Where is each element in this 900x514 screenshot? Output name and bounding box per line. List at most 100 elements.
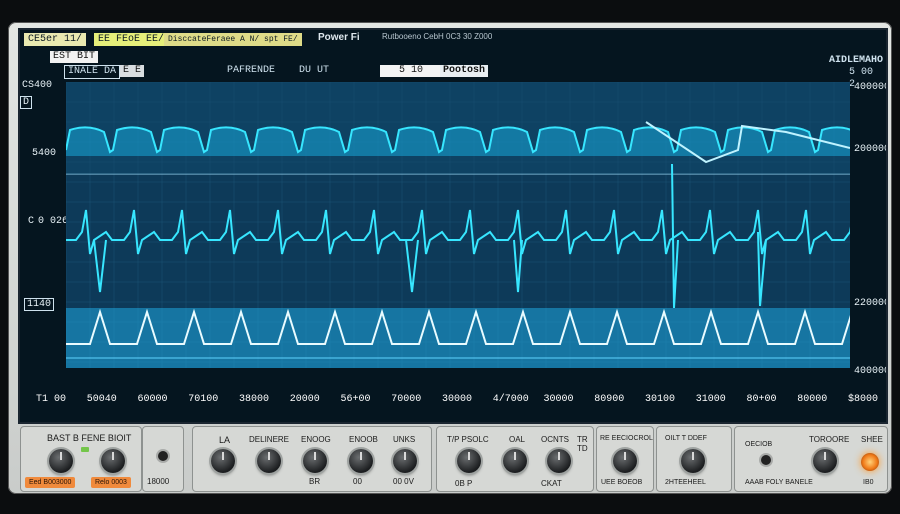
right-axis-label-3: 220000	[854, 298, 888, 309]
x-axis-label: 56+00	[340, 394, 371, 405]
panel6-label-3: SHEE	[861, 435, 883, 444]
x-axis-label: $8000	[848, 394, 879, 405]
x-axis-label: 70100	[188, 394, 219, 405]
value-label: Pootosh	[440, 65, 489, 77]
control-panel-3: T/P PSOLC OAL OCNTS TR TD 0B P CKAT	[436, 426, 594, 492]
knob-6[interactable]	[349, 449, 373, 473]
middle-trace	[66, 209, 850, 255]
panel3-foot-1: 0B P	[455, 479, 473, 488]
x-axis-label: 30100	[645, 394, 676, 405]
status-chip-3[interactable]: DisccateFeraee A N/ spt FE/	[164, 33, 302, 46]
mode-title: Power Fi	[318, 32, 360, 43]
status-chip-2[interactable]: EE FEoE EE/	[94, 33, 169, 46]
panel2-label-5: UNKS	[393, 435, 416, 444]
x-axis-label: 31000	[695, 394, 726, 405]
knob-12[interactable]	[681, 449, 705, 473]
waveform-plot[interactable]	[66, 82, 850, 368]
x-axis-label: T1 00	[36, 394, 67, 405]
left-axis-mark-2: C	[28, 216, 35, 227]
sub-chip-1[interactable]: EST BIT	[50, 51, 99, 63]
right-value: 5 00 2	[849, 67, 874, 90]
panel6-label-1: OECIOB	[745, 441, 773, 448]
control-panel-2: LA DELINERE ENOOG ENOOB UNKS BR 00 00 0V	[192, 426, 432, 492]
panel2-label-1: LA	[219, 435, 231, 445]
control-panel-jack: 18000	[142, 426, 184, 492]
sub-label-1: PAFRENDE	[227, 65, 276, 76]
x-axis-label: 38000	[239, 394, 270, 405]
x-axis-label: 50040	[86, 394, 117, 405]
left-axis-label-1: CS400	[22, 80, 53, 91]
panel2-foot-1: BR	[309, 477, 321, 486]
knob-10[interactable]	[547, 449, 571, 473]
sub-chip-3[interactable]: E E	[120, 65, 145, 77]
left-axis-mark-1: D	[20, 96, 33, 109]
panel2-foot-3: 00 0V	[393, 477, 414, 486]
panel2-label-3: ENOOG	[301, 435, 331, 444]
oscilloscope-body: CE5er 11/ EE FEoE EE/ DisccateFeraee A N…	[8, 22, 892, 494]
device-title: Rutbooeno CebH 0C3 30 Z000	[382, 32, 493, 41]
panel1-tag-2[interactable]: Relo 0003	[91, 477, 131, 488]
x-axis-labels: T1 00 50040 60000 70100 38000 20000 56+00 70000…	[26, 394, 882, 408]
left-axis-label-3: 0 026	[38, 216, 69, 227]
panel3-label-2: OAL	[509, 435, 526, 444]
input-jack-icon[interactable]	[158, 451, 168, 461]
control-panel-4: RE EECIOCROL UEE BOEOB	[596, 426, 654, 492]
x-axis-label: 30000	[543, 394, 574, 405]
x-axis-label: 20000	[289, 394, 320, 405]
control-panel-6: OECIOB TOROORE SHEE AAAB FOLY BANELE IB0	[734, 426, 888, 492]
x-axis-label: 4/7000	[492, 394, 529, 405]
panel1-foot: 18000	[147, 477, 170, 486]
x-axis-label: 30000	[442, 394, 473, 405]
knob-7[interactable]	[393, 449, 417, 473]
panel2-label-4: ENOOB	[349, 435, 378, 444]
panel1-label: BAST B FENE BIOIT	[47, 433, 132, 443]
x-axis-label: 80+00	[746, 394, 777, 405]
sub-label-2: DU UT	[299, 65, 330, 76]
control-panel-1: BAST B FENE BIOIT Eed B003000 Relo 0003	[20, 426, 142, 492]
left-axis-label-2: 5400	[32, 148, 57, 159]
control-panel-5: OILT T DDEF 2HTEEHEEL	[656, 426, 732, 492]
x-axis-label: 60000	[137, 394, 168, 405]
panel1-tag-1[interactable]: Eed B003000	[25, 477, 76, 488]
knob-3[interactable]	[211, 449, 235, 473]
panel3-label-1: T/P PSOLC	[447, 435, 489, 444]
left-axis-label-4: 1140	[24, 298, 55, 311]
right-axis-label-1: 400000	[854, 82, 888, 93]
panel6-foot-2: IB0	[863, 479, 874, 486]
knob-8[interactable]	[457, 449, 481, 473]
knob-4[interactable]	[257, 449, 281, 473]
sub-status-bar: EST BIT INALE DA E E PAFRENDE DU UT 5 10…	[20, 51, 886, 90]
panel4-label: RE EECIOCROL	[600, 435, 653, 442]
panel5-foot: 2HTEEHEEL	[665, 479, 706, 486]
sub-chip-2[interactable]: INALE DA	[64, 65, 121, 79]
knob-5[interactable]	[303, 449, 327, 473]
panel2-label-2: DELINERE	[249, 435, 290, 444]
right-label: AIDLEMAHO	[829, 55, 884, 66]
knob-1[interactable]	[49, 449, 73, 473]
panel3-foot-2: CKAT	[541, 479, 562, 488]
knob-2[interactable]	[101, 449, 125, 473]
knob-11[interactable]	[613, 449, 637, 473]
band-bottom	[66, 308, 850, 368]
panel6-label-2: TOROORE	[809, 435, 850, 444]
panel4-foot: UEE BOEOB	[601, 479, 643, 486]
probe-jack-icon[interactable]	[761, 455, 771, 465]
waveform-traces	[66, 82, 850, 368]
right-axis-label-4: 400000	[854, 366, 888, 377]
power-indicator-icon[interactable]	[861, 453, 879, 471]
right-axis-label-2: 200000	[854, 144, 888, 155]
panel5-label: OILT T DDEF	[665, 435, 707, 442]
green-indicator-icon	[81, 447, 89, 452]
panel3-label-3: OCNTS	[541, 435, 569, 444]
panel6-foot-1: AAAB FOLY BANELE	[745, 479, 813, 486]
panel2-foot-2: 00	[353, 477, 362, 486]
x-axis-label: 70000	[391, 394, 422, 405]
panel3-side: TR TD	[577, 435, 588, 453]
status-chip-1[interactable]: CE5er 11/	[24, 33, 87, 46]
x-axis-label: 80900	[594, 394, 625, 405]
knob-13[interactable]	[813, 449, 837, 473]
x-axis-label: 80000	[797, 394, 828, 405]
display-screen: CE5er 11/ EE FEoE EE/ DisccateFeraee A N…	[18, 28, 888, 424]
value-box[interactable]: 5 10	[380, 65, 442, 77]
knob-9[interactable]	[503, 449, 527, 473]
